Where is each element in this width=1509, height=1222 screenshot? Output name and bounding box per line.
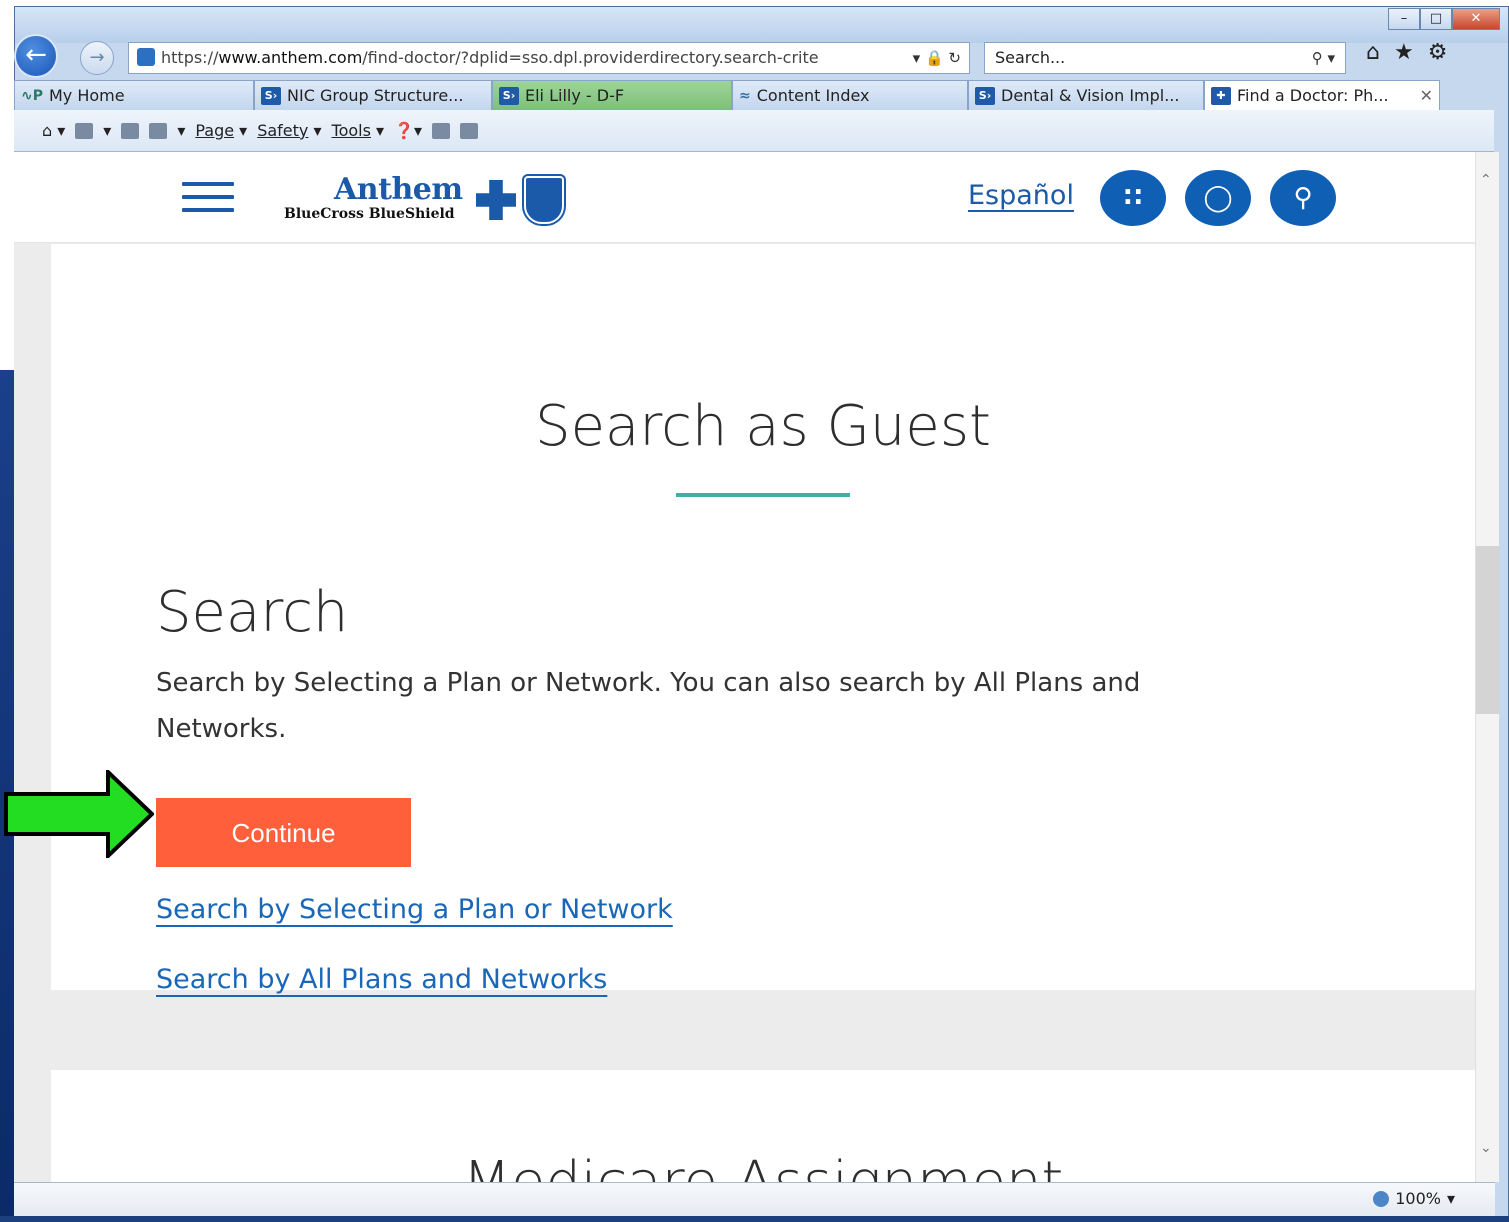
title-bar: – □ ✕ [15,7,1508,43]
tab-label: My Home [49,85,125,105]
desktop-bottom-edge [0,1216,1509,1222]
green-arrow-annotation-icon [4,770,154,858]
tab-label: Content Index [756,85,870,105]
onenote-icon[interactable] [432,122,451,139]
page-title: Search as Guest [535,394,991,459]
close-window-button[interactable]: ✕ [1452,8,1500,30]
minimize-button[interactable]: – [1388,8,1420,30]
tab-content-index[interactable]: ≈ Content Index [732,80,968,110]
scroll-down-icon[interactable]: ⌄ [1480,1140,1492,1156]
dropdown-icon[interactable]: ▾ [913,49,921,67]
search-description: Search by Selecting a Plan or Network. Y… [156,668,1141,744]
zoom-control[interactable]: 100% ▾ [1373,1189,1455,1208]
tab-label: Find a Doctor: Ph... [1237,85,1389,105]
logo-wordmark: Anthem [334,172,463,207]
tools-menu-label: Tools [331,121,371,140]
forward-button[interactable]: → [80,41,114,75]
tab-label: Eli Lilly - D-F [525,85,625,105]
tab-my-home[interactable]: ∿P My Home [14,80,254,110]
continue-button[interactable]: Continue [156,798,411,867]
lock-icon[interactable]: 🔒 [925,49,944,67]
page-menu[interactable]: Page ▾ [195,121,247,140]
site-header: Anthem BlueCross BlueShield Español ∷ ◯ … [14,152,1475,243]
zoom-icon [1373,1190,1390,1207]
safety-menu-label: Safety [257,121,309,140]
mail-icon[interactable] [121,122,140,139]
favorites-star-icon[interactable]: ★ [1394,40,1414,65]
print-icon[interactable] [149,122,168,139]
url-prefix: https:// [161,48,219,67]
page-menu-label: Page [195,121,235,140]
browser-search-placeholder: Search... [995,48,1066,67]
tab-strip: ∿P My Home S› NIC Group Structure... S› … [14,80,1454,110]
status-bar: 100% ▾ [14,1182,1495,1216]
back-button[interactable]: ← [14,34,58,78]
tools-menu[interactable]: Tools ▾ [332,121,385,140]
search-icon[interactable]: ⚲ ▾ [1312,43,1335,73]
help-icon[interactable]: ❓▾ [394,121,422,140]
refresh-icon[interactable]: ↻ [948,49,961,67]
tab-label: Dental & Vision Impl... [1001,85,1180,105]
scroll-up-icon[interactable]: ⌃ [1480,172,1492,188]
tab-nic-group-structure[interactable]: S› NIC Group Structure... [254,80,492,110]
zoom-level: 100% [1395,1189,1441,1208]
sharepoint-icon: S› [499,86,519,105]
sharepoint-icon: S› [975,86,995,105]
feeds-icon[interactable] [75,122,94,139]
tab-dental-vision[interactable]: S› Dental & Vision Impl... [968,80,1204,110]
settings-gear-icon[interactable]: ⚙ [1428,40,1448,65]
section-title: Search [156,580,349,645]
logo-subtitle: BlueCross BlueShield [284,206,455,222]
apps-grid-icon[interactable]: ∷ [1100,170,1166,226]
page-viewport: Anthem BlueCross BlueShield Español ∷ ◯ … [14,152,1475,1182]
address-bar[interactable]: https://www.anthem.com/find-doctor/?dpli… [128,42,970,74]
guest-search-card: Search as Guest Search Search by Selecti… [51,244,1475,995]
anthem-logo[interactable]: Anthem BlueCross BlueShield [284,172,584,226]
blue-shield-icon [524,176,564,224]
tab-eli-lilly[interactable]: S› Eli Lilly - D-F [492,80,732,110]
blue-cross-icon [476,180,516,220]
content-index-icon: ≈ [739,87,751,104]
sharepoint-icon: S› [261,86,281,105]
url-path: /find-doctor/?dplid=sso.dpl.providerdire… [362,48,819,67]
tab-label: NIC Group Structure... [287,85,464,105]
account-icon[interactable]: ◯ [1185,170,1251,226]
language-link[interactable]: Español [968,180,1074,211]
url-host: www.anthem.com [218,48,363,67]
anthem-icon: ✚ [1211,86,1231,105]
title-divider [676,493,850,497]
site-favicon-icon [137,48,155,66]
tab-find-a-doctor[interactable]: ✚ Find a Doctor: Ph... ✕ [1204,80,1440,110]
caption-buttons: – □ ✕ [1388,8,1500,30]
safety-menu[interactable]: Safety ▾ [257,121,321,140]
home-icon[interactable]: ⌂ ▾ [42,121,65,140]
desktop-edge [0,0,14,1222]
home-page-icon: ∿P [21,87,43,104]
address-controls: ▾ 🔒 ↻ [906,43,961,73]
home-icon[interactable]: ⌂ [1366,40,1380,65]
onenote-linked-icon[interactable] [460,122,479,139]
scrollbar-thumb[interactable] [1476,546,1499,714]
vertical-scrollbar[interactable]: ⌃ ⌄ [1475,152,1499,1182]
close-tab-icon[interactable]: ✕ [1420,82,1433,110]
browser-search-box[interactable]: Search... ⚲ ▾ [984,42,1346,74]
search-by-all-plans-link[interactable]: Search by All Plans and Networks [156,964,607,995]
command-bar: ⌂ ▾ ▾ ▾ Page ▾ Safety ▾ Tools ▾ ❓▾ [14,110,1494,152]
toolbar-icons: ⌂ ★ ⚙ [1366,40,1447,65]
search-by-plan-network-link[interactable]: Search by Selecting a Plan or Network [156,894,673,925]
maximize-button[interactable]: □ [1420,8,1452,30]
medicare-assignment-card: Medicare Assignment [51,1070,1475,1182]
medicare-assignment-title: Medicare Assignment [51,1150,1475,1182]
hamburger-menu-icon[interactable] [182,182,234,216]
site-search-icon[interactable]: ⚲ [1270,170,1336,226]
